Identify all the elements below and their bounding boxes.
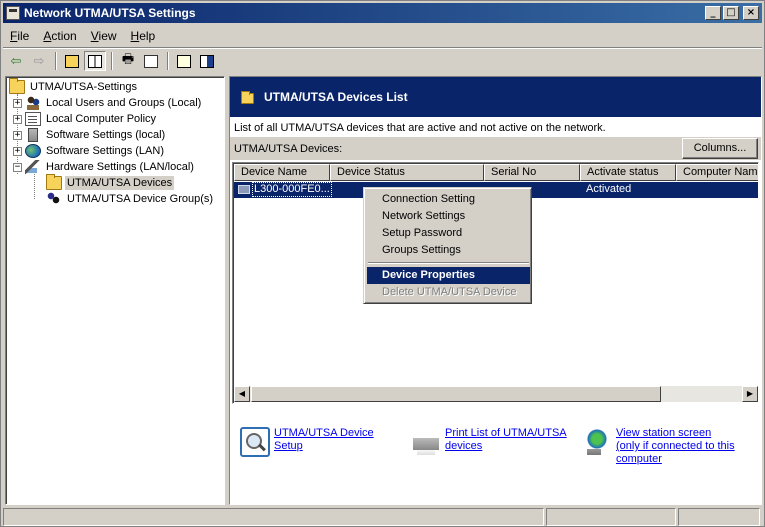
group-icon — [46, 192, 62, 206]
task-print-list[interactable]: Print List of UTMA/UTSA devices — [411, 427, 567, 457]
toolbar-separator — [111, 52, 113, 70]
column-header-device-status[interactable]: Device Status — [330, 164, 484, 181]
tree-guide-line — [34, 174, 35, 199]
back-arrow-icon[interactable]: ⇦ — [5, 51, 27, 71]
menu-item-connection-setting[interactable]: Connection Setting — [367, 191, 530, 208]
tree-item-utma-devices[interactable]: UTMA/UTSA Devices — [46, 174, 175, 191]
status-bar — [3, 508, 762, 526]
print-icon[interactable]: 🖶 — [117, 51, 139, 71]
scroll-right-icon[interactable]: ▶ — [742, 386, 758, 402]
device-setup-icon — [240, 427, 270, 457]
list-description: List of all UTMA/UTSA devices that are a… — [234, 122, 606, 134]
menu-action[interactable]: Action — [36, 27, 83, 45]
toolbar-separator — [55, 52, 57, 70]
print-list-link[interactable]: Print List of UTMA/UTSA devices — [445, 427, 567, 453]
menu-item-delete-device: Delete UTMA/UTSA Device — [382, 286, 517, 298]
tree-item-software-lan[interactable]: + Software Settings (LAN) — [13, 143, 166, 159]
tree-item-software-local[interactable]: + Software Settings (local) — [13, 127, 167, 143]
printer-icon — [411, 427, 441, 457]
menu-file[interactable]: File — [3, 27, 36, 45]
tree-item-local-policy[interactable]: + Local Computer Policy — [13, 111, 158, 127]
status-panel-main — [3, 508, 544, 526]
menu-separator — [368, 262, 529, 264]
collapse-icon[interactable]: − — [13, 162, 22, 172]
show-hide-tree-icon[interactable] — [84, 51, 106, 71]
policy-icon — [25, 112, 41, 126]
users-icon — [25, 96, 41, 110]
menu-item-groups-settings[interactable]: Groups Settings — [367, 242, 530, 259]
columns-button[interactable]: Columns... — [682, 138, 758, 159]
cell-device-name: L300-000FE0... — [252, 182, 332, 197]
network-globe-icon — [25, 144, 41, 158]
column-header-activate-status[interactable]: Activate status — [580, 164, 676, 181]
column-header-device-name[interactable]: Device Name — [234, 164, 330, 181]
column-header-computer-name[interactable]: Computer Name — [676, 164, 758, 181]
close-button[interactable]: × — [743, 6, 759, 20]
tree-item-device-groups[interactable]: UTMA/UTSA Device Group(s) — [46, 191, 215, 207]
tree-item-local-users[interactable]: + Local Users and Groups (Local) — [13, 95, 203, 111]
context-menu: Connection Setting Network Settings Setu… — [363, 187, 532, 304]
folder-icon — [9, 78, 25, 94]
tree-item-hardware[interactable]: − Hardware Settings (LAN/local) — [13, 159, 196, 175]
expand-icon[interactable]: + — [13, 130, 22, 140]
app-icon[interactable] — [6, 6, 20, 20]
menu-item-network-settings[interactable]: Network Settings — [367, 208, 530, 225]
menu-bar: File Action View Help — [3, 26, 162, 46]
menu-item-device-properties[interactable]: Device Properties — [367, 267, 530, 284]
tree-root[interactable]: UTMA/UTSA-Settings — [9, 78, 139, 95]
status-panel-right — [678, 508, 760, 526]
menu-item-setup-password[interactable]: Setup Password — [367, 225, 530, 242]
window-title: Network UTMA/UTSA Settings — [24, 6, 196, 20]
expand-icon[interactable]: + — [13, 114, 22, 124]
column-headers: Device Name Device Status Serial No Acti… — [234, 164, 758, 181]
hardware-icon — [25, 160, 41, 174]
expand-icon[interactable]: + — [13, 98, 22, 108]
properties-icon[interactable] — [196, 51, 218, 71]
task-device-setup[interactable]: UTMA/UTSA Device Setup — [240, 427, 374, 457]
minimize-button[interactable]: _ — [705, 6, 721, 20]
menu-separator — [3, 47, 762, 49]
folder-icon — [241, 90, 254, 104]
expand-icon[interactable]: + — [13, 146, 22, 156]
up-folder-icon[interactable] — [61, 51, 83, 71]
horizontal-scrollbar[interactable]: ◀ ▶ — [234, 386, 758, 402]
menu-help[interactable]: Help — [124, 27, 163, 45]
status-panel-middle — [546, 508, 676, 526]
column-header-serial-no[interactable]: Serial No — [484, 164, 580, 181]
menu-view[interactable]: View — [84, 27, 124, 45]
device-setup-link[interactable]: UTMA/UTSA Device Setup — [274, 427, 374, 453]
task-view-station[interactable]: View station screen (only if connected to… — [582, 427, 735, 466]
scroll-thumb[interactable] — [251, 386, 661, 402]
title-bar[interactable]: Network UTMA/UTSA Settings _ □ × — [3, 3, 762, 23]
toolbar-separator — [167, 52, 169, 70]
device-icon — [238, 185, 250, 194]
folder-icon — [46, 174, 62, 190]
cell-activate-status: Activated — [586, 183, 632, 195]
refresh-icon[interactable] — [140, 51, 162, 71]
tree-pane[interactable]: UTMA/UTSA-Settings + Local Users and Gro… — [5, 76, 225, 505]
maximize-button[interactable]: □ — [723, 6, 739, 20]
computer-tower-icon — [28, 128, 38, 142]
view-station-link[interactable]: View station screen (only if connected to… — [616, 427, 735, 466]
help-icon[interactable] — [173, 51, 195, 71]
devices-label: UTMA/UTSA Devices: — [234, 142, 343, 155]
details-header: UTMA/UTSA Devices List — [230, 77, 761, 117]
details-title: UTMA/UTSA Devices List — [264, 90, 408, 104]
devices-bar: UTMA/UTSA Devices: Columns... — [230, 137, 761, 160]
toolbar: ⇦ ⇨ 🖶 — [5, 50, 219, 72]
scroll-left-icon[interactable]: ◀ — [234, 386, 250, 402]
main-window: Network UTMA/UTSA Settings _ □ × File Ac… — [0, 0, 765, 527]
station-screen-icon — [582, 427, 612, 457]
forward-arrow-icon[interactable]: ⇨ — [28, 51, 50, 71]
